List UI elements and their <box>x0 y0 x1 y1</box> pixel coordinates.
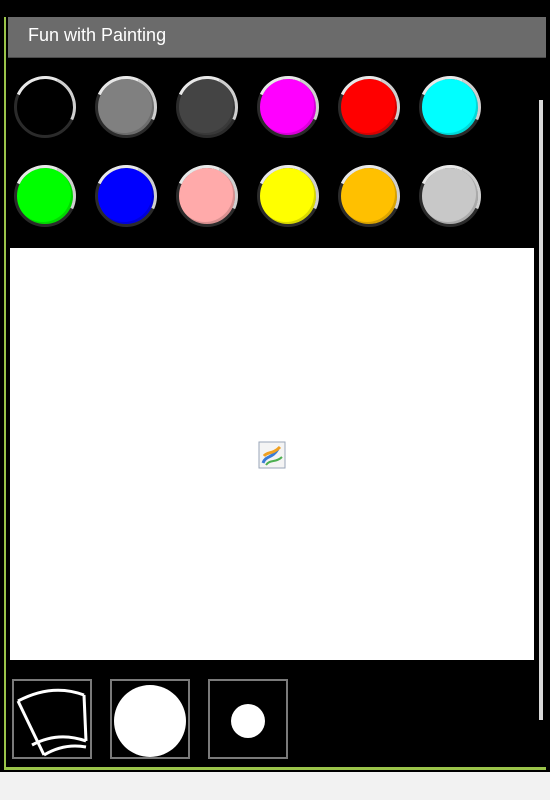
color-swatch-gray[interactable] <box>95 76 157 138</box>
color-swatch-magenta[interactable] <box>257 76 319 138</box>
window-title: Fun with Painting <box>28 25 167 45</box>
color-swatch-green[interactable] <box>14 165 76 227</box>
vertical-scrollbar[interactable] <box>536 80 546 740</box>
color-palette <box>8 58 533 230</box>
color-swatch-light-gray[interactable] <box>419 165 481 227</box>
color-swatch-orange[interactable] <box>338 165 400 227</box>
color-swatch-pink[interactable] <box>176 165 238 227</box>
small-circle-icon <box>231 704 265 738</box>
fan-brush-icon <box>16 688 88 757</box>
color-swatch-blue[interactable] <box>95 165 157 227</box>
brush-tool-button[interactable] <box>12 679 92 759</box>
title-bar: Fun with Painting <box>8 17 546 58</box>
large-brush-size-button[interactable] <box>110 679 190 759</box>
color-swatch-cyan[interactable] <box>419 76 481 138</box>
large-circle-icon <box>114 685 186 757</box>
scrollbar-thumb[interactable] <box>539 100 543 720</box>
color-swatch-dark-gray[interactable] <box>176 76 238 138</box>
bottom-bar <box>0 772 550 800</box>
broken-image-icon <box>258 441 286 469</box>
small-brush-size-button[interactable] <box>208 679 288 759</box>
color-swatch-yellow[interactable] <box>257 165 319 227</box>
color-swatch-red[interactable] <box>338 76 400 138</box>
brush-toolbar <box>12 679 312 763</box>
color-swatch-black[interactable] <box>14 76 76 138</box>
